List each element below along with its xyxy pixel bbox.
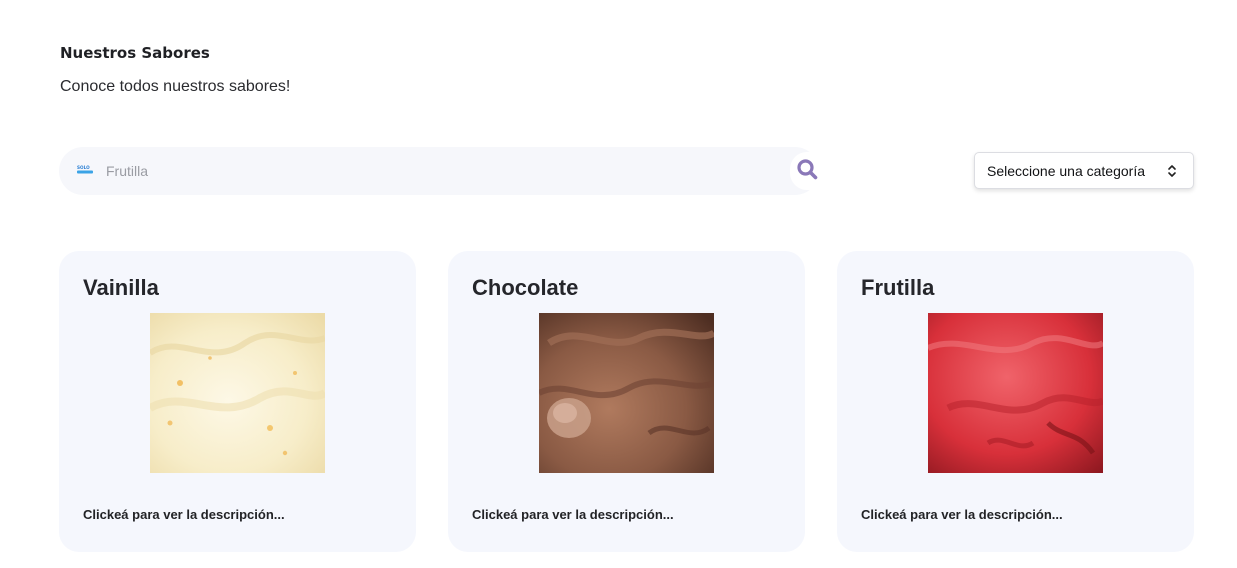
flavors-page: Nuestros Sabores Conoce todos nuestros s… [0, 0, 1237, 568]
search-input[interactable] [106, 159, 766, 183]
chevron-updown-icon [1167, 163, 1177, 179]
flavor-card-title: Chocolate [472, 275, 579, 300]
search-icon [796, 158, 818, 185]
flavor-image-chocolate [539, 313, 714, 473]
flavor-card-vainilla[interactable]: Vainilla Clickeá para ver la descripción… [59, 251, 416, 552]
page-subtitle: Conoce todos nuestros sabores! [60, 78, 291, 95]
flavor-image-vainilla [150, 313, 325, 473]
category-select-value: Seleccione una categoría [987, 163, 1145, 179]
flavor-card-description: Clickeá para ver la descripción... [83, 507, 285, 522]
category-select[interactable]: Seleccione una categoría [974, 152, 1194, 189]
search-bar: SOLO [59, 147, 819, 195]
brand-logo-icon: SOLO [77, 162, 93, 174]
flavor-card-description: Clickeá para ver la descripción... [861, 507, 1063, 522]
page-title: Nuestros Sabores [60, 44, 210, 62]
search-button[interactable] [790, 152, 824, 190]
svg-text:SOLO: SOLO [77, 165, 90, 170]
flavor-card-title: Vainilla [83, 275, 159, 300]
flavor-card-description: Clickeá para ver la descripción... [472, 507, 674, 522]
flavor-card-frutilla[interactable]: Frutilla Clickeá para ver la descripción… [837, 251, 1194, 552]
flavor-image-frutilla [928, 313, 1103, 473]
flavor-card-chocolate[interactable]: Chocolate Clickeá para ver la descripció… [448, 251, 805, 552]
flavor-card-title: Frutilla [861, 275, 935, 300]
